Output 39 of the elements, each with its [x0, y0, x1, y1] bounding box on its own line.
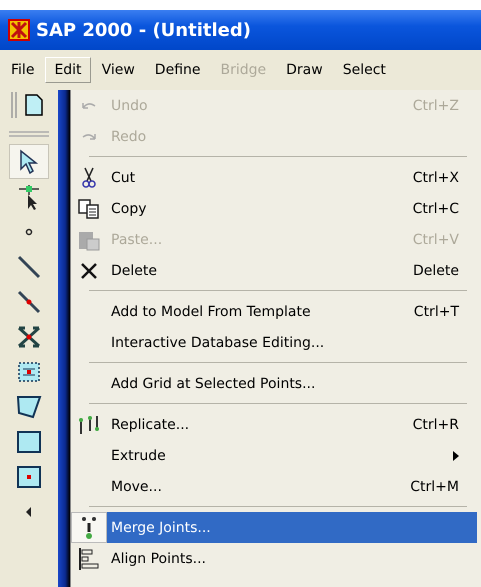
copy-icon — [78, 198, 100, 218]
line-icon[interactable] — [17, 254, 41, 278]
menu-item[interactable]: Copy Ctrl+C — [107, 193, 477, 224]
toolbar-grip-icon — [10, 92, 18, 118]
menu-item[interactable]: Move... Ctrl+M — [107, 471, 477, 502]
pointer-icon[interactable] — [18, 148, 40, 174]
rectangle-icon[interactable] — [17, 466, 41, 488]
menu-item[interactable]: Replicate... Ctrl+R — [107, 409, 477, 440]
line-icon[interactable] — [17, 290, 41, 314]
menu-item[interactable]: Align Points... — [107, 543, 477, 574]
cross-brace-icon[interactable] — [17, 326, 41, 348]
menu-item[interactable]: Interactive Database Editing... — [107, 327, 477, 358]
scissors-icon — [81, 166, 97, 188]
merge-joints-icon — [80, 516, 98, 540]
polygon-icon[interactable] — [16, 394, 42, 418]
joint-pointer-icon[interactable] — [17, 182, 41, 210]
menu-item[interactable]: Cut Ctrl+X — [107, 162, 477, 193]
menu-bar-item[interactable]: Draw — [277, 57, 332, 83]
window-title: SAP 2000 - (Untitled) — [36, 20, 251, 40]
rectangle-icon[interactable] — [17, 430, 41, 452]
menu-item[interactable]: Add to Model From Template Ctrl+T — [107, 296, 477, 327]
point-icon[interactable] — [25, 228, 33, 236]
app-logo-icon — [8, 19, 30, 41]
scroll-left-icon[interactable] — [25, 506, 33, 516]
menu-item[interactable]: Delete Delete — [107, 255, 477, 286]
menu-bar-item[interactable]: File — [2, 57, 44, 83]
menu-bar-item[interactable]: Edit — [45, 57, 91, 83]
area-select-icon[interactable] — [17, 360, 41, 382]
menu-bar-item[interactable]: Select — [334, 57, 395, 83]
menu-bar-item[interactable]: Define — [146, 57, 210, 83]
align-points-icon — [78, 546, 100, 570]
menu-item[interactable]: Add Grid at Selected Points... — [107, 368, 477, 399]
menu-bar-item[interactable]: View — [92, 57, 144, 83]
new-document-icon[interactable] — [24, 93, 44, 117]
replicate-icon — [77, 414, 101, 436]
menu-item[interactable]: Extrude — [107, 440, 477, 471]
toolbar-grip-icon — [9, 130, 49, 138]
menu-item[interactable]: Merge Joints... — [107, 512, 477, 543]
delete-icon — [80, 262, 98, 280]
